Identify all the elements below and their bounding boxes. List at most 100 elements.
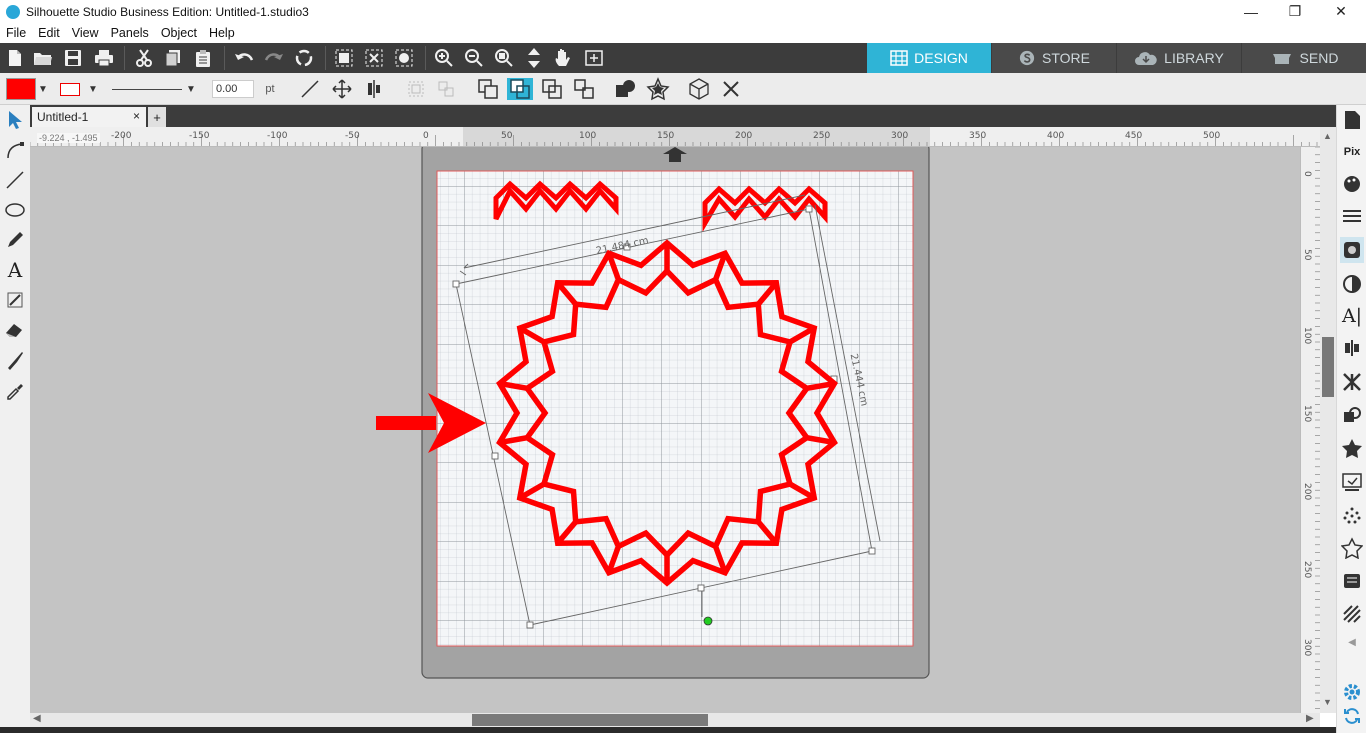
ruler-label: 450 (1125, 131, 1142, 141)
eyedropper-tool-icon[interactable] (3, 377, 27, 403)
select-by-color-icon[interactable] (393, 47, 415, 69)
zoom-out-icon[interactable] (463, 47, 485, 69)
vertical-scrollbar[interactable]: ▲ ▼ (1320, 127, 1336, 713)
tab-send[interactable]: SEND (1242, 43, 1366, 73)
panel-collapse-icon[interactable]: ◀ (1340, 629, 1364, 655)
fill-pattern-icon[interactable] (1340, 237, 1364, 263)
menu-view[interactable]: View (66, 26, 105, 40)
menu-file[interactable]: File (0, 26, 32, 40)
offset-star-icon[interactable] (645, 77, 671, 101)
line-style-selector[interactable] (112, 78, 182, 100)
move-icon[interactable] (330, 78, 354, 100)
page-setup-icon[interactable] (1340, 107, 1364, 133)
tab-library[interactable]: LIBRARY (1117, 43, 1241, 73)
trace-icon[interactable] (1340, 469, 1364, 495)
redraw-icon[interactable] (293, 47, 315, 69)
menu-panels[interactable]: Panels (105, 26, 155, 40)
menu-object[interactable]: Object (155, 26, 203, 40)
3d-box-icon[interactable] (686, 78, 712, 100)
ungroup-icon[interactable] (434, 78, 458, 100)
align-panel-icon[interactable] (1340, 335, 1364, 361)
vertical-scroll-thumb[interactable] (1322, 337, 1334, 397)
tab-store[interactable]: STORE (992, 43, 1116, 73)
save-icon[interactable] (62, 47, 84, 69)
maximize-button[interactable]: ❐ (1272, 0, 1318, 23)
offset-icon[interactable] (1340, 435, 1364, 461)
minimize-button[interactable]: — (1228, 0, 1274, 23)
cutting-mat-svg[interactable]: 21.484 cm 21.444 cm (30, 147, 1300, 713)
hatch-pattern-icon[interactable] (1340, 601, 1364, 627)
modify-icon[interactable] (1340, 403, 1364, 429)
document-tab[interactable]: Untitled-1 × (32, 107, 146, 127)
line-color-swatch[interactable] (60, 82, 80, 96)
transparency-icon[interactable] (1340, 271, 1364, 297)
align-icon[interactable] (362, 78, 386, 100)
ruler-label: 250 (813, 131, 830, 141)
deselect-icon[interactable] (363, 47, 385, 69)
sync-icon[interactable] (1340, 703, 1364, 729)
paste-icon[interactable] (192, 47, 214, 69)
fit-to-page-icon[interactable] (583, 47, 605, 69)
redo-icon[interactable] (263, 47, 285, 69)
document-tab-close-button[interactable]: × (133, 109, 140, 123)
library-shapes-icon[interactable] (1340, 567, 1364, 593)
knife-tool-icon[interactable] (3, 287, 27, 313)
title-bar: Silhouette Studio Business Edition: Unti… (0, 0, 1366, 23)
horizontal-scrollbar[interactable]: ◀ ▶ (30, 713, 1320, 727)
edit-points-icon[interactable] (3, 137, 27, 163)
text-tool-icon[interactable]: A (3, 257, 27, 283)
delete-icon[interactable] (718, 78, 744, 100)
new-document-icon[interactable] (4, 47, 26, 69)
undo-icon[interactable] (233, 47, 255, 69)
bring-forward-icon[interactable] (540, 78, 564, 100)
line-color-dropdown-icon[interactable]: ▼ (88, 78, 98, 100)
eraser-tool-icon[interactable] (3, 317, 27, 343)
tab-design[interactable]: DESIGN (867, 43, 991, 73)
ruler-label: -200 (111, 131, 132, 141)
weld-icon[interactable] (613, 78, 639, 100)
sketch-dots-icon[interactable] (1340, 503, 1364, 529)
fill-color-dropdown-icon[interactable]: ▼ (38, 78, 48, 100)
scroll-right-icon[interactable]: ▶ (1306, 713, 1314, 724)
design-canvas[interactable]: 21.484 cm 21.444 cm (30, 147, 1300, 713)
fill-color-swatch[interactable] (6, 78, 36, 100)
zoom-in-icon[interactable] (433, 47, 455, 69)
select-arrow-icon[interactable] (3, 107, 27, 133)
replicate-icon[interactable] (1340, 369, 1364, 395)
rhinestone-star-icon[interactable] (1340, 535, 1364, 561)
ellipse-tool-icon[interactable] (3, 197, 27, 223)
text-style-icon[interactable]: A| (1340, 303, 1364, 329)
pixscan-icon[interactable]: Pix (1340, 139, 1364, 165)
select-all-icon[interactable] (333, 47, 355, 69)
copy-icon[interactable] (162, 47, 184, 69)
menu-edit[interactable]: Edit (32, 26, 66, 40)
menu-help[interactable]: Help (203, 26, 241, 40)
line-width-input[interactable] (212, 80, 254, 98)
draw-line-icon[interactable] (298, 78, 322, 100)
cut-icon[interactable] (133, 47, 155, 69)
add-document-button[interactable]: + (148, 107, 166, 127)
zoom-selection-icon[interactable] (493, 47, 515, 69)
send-backward-icon[interactable] (572, 78, 596, 100)
bring-to-front-icon[interactable] (476, 78, 500, 100)
scroll-down-icon[interactable]: ▼ (1323, 697, 1332, 707)
ruler-label: 0 (1302, 171, 1312, 177)
rotation-handle[interactable] (703, 616, 713, 626)
line-style-icon[interactable] (1340, 203, 1364, 229)
line-tool-icon[interactable] (3, 167, 27, 193)
send-to-back-icon[interactable] (507, 78, 533, 100)
horizontal-scroll-thumb[interactable] (472, 714, 708, 726)
drag-zoom-icon[interactable] (523, 47, 545, 69)
fill-palette-icon[interactable] (1340, 171, 1364, 197)
scroll-up-icon[interactable]: ▲ (1323, 131, 1332, 141)
open-folder-icon[interactable] (32, 47, 54, 69)
scroll-left-icon[interactable]: ◀ (33, 713, 41, 724)
print-icon[interactable] (93, 47, 115, 69)
group-icon[interactable] (404, 78, 428, 100)
line-style-dropdown-icon[interactable]: ▼ (186, 78, 196, 100)
pan-hand-icon[interactable] (553, 47, 575, 69)
settings-gear-icon[interactable] (1340, 679, 1364, 705)
pencil-tool-icon[interactable] (3, 227, 27, 253)
close-window-button[interactable]: ✕ (1318, 0, 1364, 23)
knife-blade-icon[interactable] (3, 347, 27, 373)
